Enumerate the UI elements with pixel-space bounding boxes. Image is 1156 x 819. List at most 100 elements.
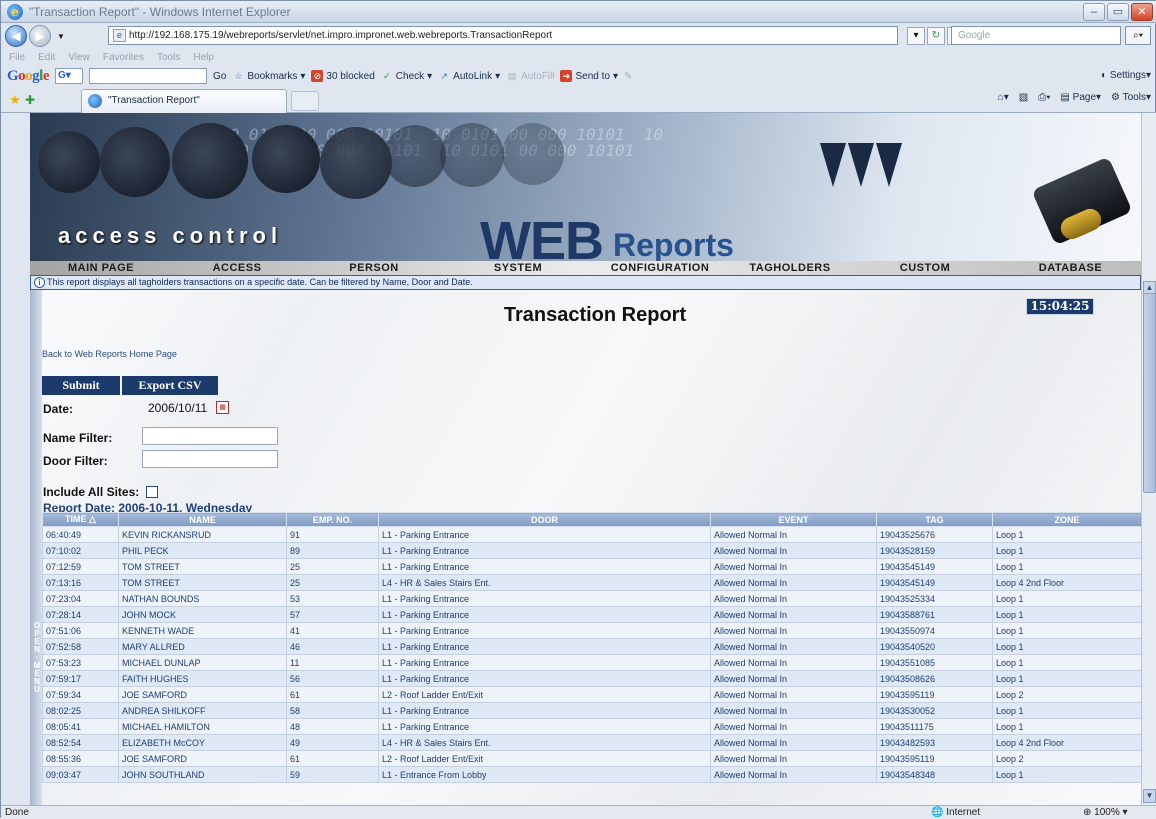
- nav-person[interactable]: PERSON: [302, 261, 446, 275]
- nav-configuration[interactable]: CONFIGURATION: [590, 261, 730, 275]
- close-icon[interactable]: ✕: [1131, 3, 1153, 21]
- cell-time: 08:55:36: [42, 750, 119, 767]
- tab-transaction-report[interactable]: "Transaction Report": [81, 89, 287, 113]
- cell-event: Allowed Normal In: [710, 718, 877, 735]
- search-input[interactable]: Google: [951, 26, 1121, 45]
- cell-event: Allowed Normal In: [710, 574, 877, 591]
- refresh-icon[interactable]: ↻: [927, 27, 945, 45]
- col-event[interactable]: EVENT: [710, 512, 877, 527]
- autofill-button[interactable]: ▤ AutoFill: [506, 70, 555, 82]
- nav-database[interactable]: DATABASE: [1000, 261, 1141, 275]
- feeds-icon[interactable]: ▧: [1019, 92, 1028, 103]
- table-row[interactable]: 08:55:36 JOE SAMFORD 61 L2 - Roof Ladder En…: [42, 750, 1141, 767]
- side-menu-tab[interactable]: O P E N · M E N U: [30, 290, 42, 805]
- popup-blocked-button[interactable]: ⊘ 30 blocked: [311, 70, 375, 82]
- cell-emp-no: 61: [286, 750, 379, 767]
- new-tab-button[interactable]: [291, 91, 319, 111]
- vertical-scrollbar[interactable]: ▲ ▼: [1141, 113, 1156, 805]
- banner-globe-8: [502, 123, 564, 185]
- table-row[interactable]: 07:28:14 JOHN MOCK 57 L1 - Parking Entrance…: [42, 606, 1141, 623]
- table-row[interactable]: 07:51:06 KENNETH WADE 41 L1 - Parking Entra…: [42, 622, 1141, 639]
- nav-system[interactable]: SYSTEM: [446, 261, 590, 275]
- cell-name: MARY ALLRED: [118, 638, 287, 655]
- col-name[interactable]: NAME: [118, 512, 287, 527]
- table-row[interactable]: 07:23:04 NATHAN BOUNDS 53 L1 - Parking Entr…: [42, 590, 1141, 607]
- table-row[interactable]: 07:59:34 JOE SAMFORD 61 L2 - Roof Ladder En…: [42, 686, 1141, 703]
- export-csv-button[interactable]: Export CSV: [122, 376, 218, 395]
- scroll-thumb[interactable]: [1143, 293, 1156, 493]
- history-dropdown-icon[interactable]: ▼: [57, 32, 65, 41]
- autolink-button[interactable]: ↗ AutoLink ▾: [438, 70, 500, 82]
- calendar-icon[interactable]: ▦: [216, 401, 229, 414]
- table-row[interactable]: 06:40:49 KEVIN RICKANSRUD 91 L1 - Parking E…: [42, 526, 1141, 543]
- google-search-input[interactable]: [89, 68, 208, 84]
- door-filter-input[interactable]: [142, 450, 278, 468]
- highlight-icon[interactable]: ✎: [624, 71, 632, 82]
- popup-blocker-icon: ⊘: [311, 70, 324, 82]
- home-icon[interactable]: ⌂▾: [998, 92, 1009, 103]
- settings-button[interactable]: ◐ Settings▾: [1101, 70, 1151, 81]
- include-all-sites-checkbox[interactable]: [146, 486, 158, 498]
- table-row[interactable]: 09:03:47 JOHN SOUTHLAND 59 L1 - Entrance Fr…: [42, 766, 1141, 783]
- table-row[interactable]: 07:10:02 PHIL PECK 89 L1 - Parking Entrance…: [42, 542, 1141, 559]
- tools-menu[interactable]: ⚙ Tools▾: [1111, 92, 1151, 103]
- table-row[interactable]: 08:52:54 ELIZABETH McCOY 49 L4 - HR & Sales…: [42, 734, 1141, 751]
- nav-custom[interactable]: CUSTOM: [850, 261, 1000, 275]
- sendto-button[interactable]: ➜ Send to ▾: [560, 70, 618, 82]
- cell-zone: Loop 1: [992, 718, 1141, 735]
- col-tag[interactable]: TAG: [876, 512, 993, 527]
- menu-help[interactable]: Help: [193, 52, 214, 63]
- zoom-level[interactable]: ⊕ 100% ▾: [1083, 806, 1128, 819]
- table-row[interactable]: 07:12:59 TOM STREET 25 L1 - Parking Entranc…: [42, 558, 1141, 575]
- browser-window: e "Transaction Report" - Windows Interne…: [0, 0, 1156, 819]
- tab-bar: ★ ✚ "Transaction Report" ⌂▾ ▧ ⎙▾ ▤ Page▾…: [1, 87, 1156, 113]
- bookmarks-button[interactable]: ☆ Bookmarks ▾: [232, 70, 305, 82]
- search-button[interactable]: ⌕▾: [1125, 26, 1151, 45]
- cell-door: L1 - Entrance From Lobby: [378, 766, 711, 783]
- go-button[interactable]: Go: [213, 71, 226, 82]
- col-zone[interactable]: ZONE: [992, 512, 1141, 527]
- submit-button[interactable]: Submit: [42, 376, 120, 395]
- cell-door: L2 - Roof Ladder Ent/Exit: [378, 750, 711, 767]
- check-button[interactable]: ✓ Check ▾: [381, 70, 432, 82]
- menu-edit[interactable]: Edit: [38, 52, 55, 63]
- date-field[interactable]: 2006/10/11: [142, 400, 212, 418]
- cell-emp-no: 89: [286, 542, 379, 559]
- cell-tag: 19043540520: [876, 638, 993, 655]
- address-bar[interactable]: e http://192.168.175.19/webreports/servl…: [108, 26, 898, 45]
- col-time[interactable]: TIME △: [42, 512, 119, 527]
- print-icon[interactable]: ⎙▾: [1038, 92, 1050, 103]
- address-dropdown-icon[interactable]: ▾: [907, 27, 925, 45]
- page-menu[interactable]: ▤ Page▾: [1060, 92, 1101, 103]
- nav-main-page[interactable]: MAIN PAGE: [30, 261, 172, 275]
- table-row[interactable]: 07:59:17 FAITH HUGHES 56 L1 - Parking Entra…: [42, 670, 1141, 687]
- cell-time: 07:52:58: [42, 638, 119, 655]
- nav-tagholders[interactable]: TAGHOLDERS: [730, 261, 850, 275]
- col-door[interactable]: DOOR: [378, 512, 711, 527]
- menu-view[interactable]: View: [68, 52, 90, 63]
- cell-name: KEVIN RICKANSRUD: [118, 526, 287, 543]
- maximize-icon[interactable]: ▭: [1107, 3, 1129, 21]
- name-filter-input[interactable]: [142, 427, 278, 445]
- add-favorites-icon[interactable]: ✚: [25, 93, 35, 107]
- back-home-link[interactable]: Back to Web Reports Home Page: [42, 349, 177, 359]
- cell-tag: 19043551085: [876, 654, 993, 671]
- scroll-down-icon[interactable]: ▼: [1143, 789, 1156, 803]
- table-row[interactable]: 08:02:25 ANDREA SHILKOFF 58 L1 - Parking En…: [42, 702, 1141, 719]
- menu-file[interactable]: File: [9, 52, 25, 63]
- google-menu-button[interactable]: G▾: [55, 68, 84, 84]
- col-emp-no[interactable]: EMP. NO.: [286, 512, 379, 527]
- forward-button[interactable]: ▶: [29, 25, 51, 47]
- menu-tools[interactable]: Tools: [157, 52, 180, 63]
- table-row[interactable]: 07:52:58 MARY ALLRED 46 L1 - Parking Entran…: [42, 638, 1141, 655]
- page-content: 10 0101 00 000 10101 10 0101 00 000 1010…: [30, 113, 1141, 805]
- favorites-star-icon[interactable]: ★: [9, 92, 25, 108]
- nav-access[interactable]: ACCESS: [172, 261, 302, 275]
- table-row[interactable]: 07:13:16 TOM STREET 25 L4 - HR & Sales Stai…: [42, 574, 1141, 591]
- info-icon: i: [34, 277, 45, 288]
- back-button[interactable]: ◀: [5, 25, 27, 47]
- table-row[interactable]: 08:05:41 MICHAEL HAMILTON 48 L1 - Parking E…: [42, 718, 1141, 735]
- minimize-icon[interactable]: –: [1083, 3, 1105, 21]
- menu-favorites[interactable]: Favorites: [103, 52, 144, 63]
- table-row[interactable]: 07:53:23 MICHAEL DUNLAP 11 L1 - Parking Ent…: [42, 654, 1141, 671]
